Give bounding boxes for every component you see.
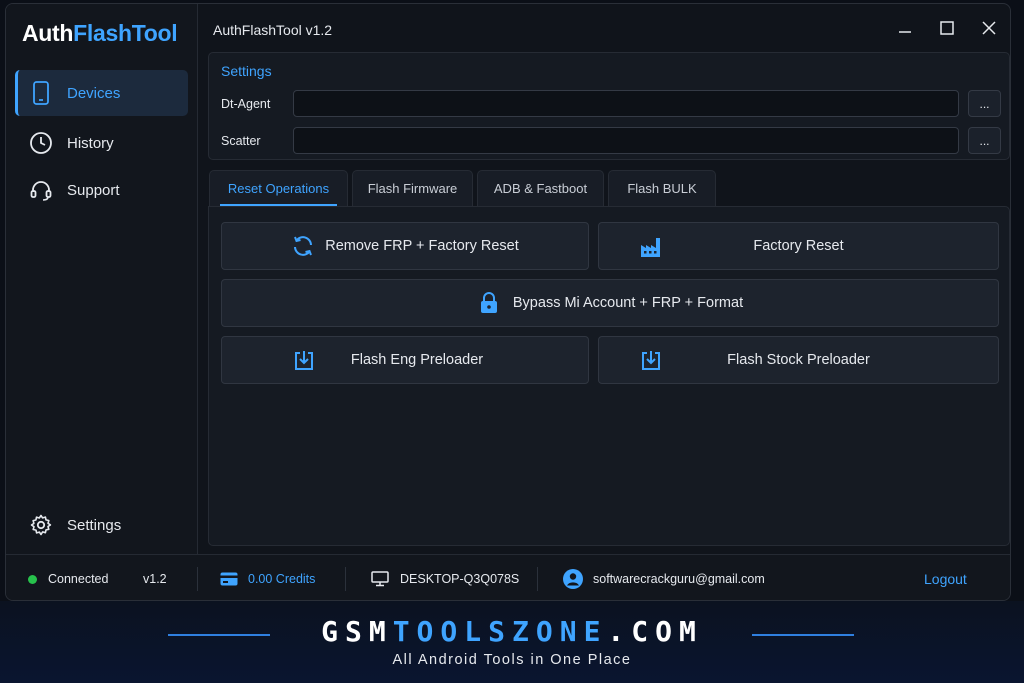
status-text: Connected bbox=[48, 572, 109, 586]
user-email: softwarecrackguru@gmail.com bbox=[593, 572, 765, 586]
settings-title: Settings bbox=[221, 63, 272, 79]
tab-reset-operations[interactable]: Reset Operations bbox=[209, 170, 348, 206]
download-icon bbox=[292, 349, 316, 373]
scatter-field[interactable] bbox=[293, 127, 959, 154]
user-avatar-icon bbox=[563, 569, 583, 589]
maximize-button[interactable] bbox=[933, 16, 961, 44]
settings-panel: Settings Dt-Agent ... Scatter ... bbox=[208, 52, 1010, 160]
app-window: AuthFlashTool Devices History Support Se… bbox=[5, 3, 1011, 601]
factory-reset-button[interactable]: Factory Reset bbox=[598, 222, 999, 270]
sidebar-item-label: Settings bbox=[67, 516, 122, 534]
button-label: Remove FRP + Factory Reset bbox=[325, 238, 519, 254]
clock-icon bbox=[29, 131, 53, 155]
connection-status: Connected bbox=[28, 555, 109, 600]
computer-name: DESKTOP-Q3Q078S bbox=[400, 572, 520, 586]
computer-info: DESKTOP-Q3Q078S bbox=[371, 555, 520, 600]
banner-tagline: All Android Tools in One Place bbox=[392, 652, 632, 668]
sidebar: AuthFlashTool Devices History Support Se… bbox=[6, 4, 198, 554]
watermark-banner: GSMTOOLSZONE.COM All Android Tools in On… bbox=[0, 601, 1024, 683]
title-bar: AuthFlashTool v1.2 bbox=[199, 4, 1010, 52]
logout-link[interactable]: Logout bbox=[924, 555, 967, 600]
sidebar-item-label: Support bbox=[67, 181, 120, 199]
lock-icon bbox=[477, 291, 501, 315]
monitor-icon bbox=[371, 571, 389, 587]
divider bbox=[197, 567, 198, 591]
banner-brand: GSMTOOLSZONE.COM bbox=[321, 615, 703, 648]
remove-frp-factory-reset-button[interactable]: Remove FRP + Factory Reset bbox=[221, 222, 589, 270]
factory-icon bbox=[639, 235, 663, 259]
app-logo: AuthFlashTool bbox=[22, 20, 178, 46]
credits-text: 0.00 Credits bbox=[248, 572, 316, 586]
tab-adb-fastboot[interactable]: ADB & Fastboot bbox=[477, 170, 604, 206]
button-label: Flash Eng Preloader bbox=[350, 352, 484, 368]
divider bbox=[345, 567, 346, 591]
sidebar-item-label: History bbox=[67, 134, 114, 152]
flash-stock-preloader-button[interactable]: Flash Stock Preloader bbox=[598, 336, 999, 384]
maximize-icon bbox=[939, 20, 955, 41]
close-button[interactable] bbox=[975, 16, 1003, 44]
minimize-icon bbox=[897, 20, 913, 41]
user-info: softwarecrackguru@gmail.com bbox=[563, 555, 765, 600]
scatter-browse-button[interactable]: ... bbox=[968, 127, 1001, 154]
dt-agent-label: Dt-Agent bbox=[221, 97, 271, 111]
refresh-icon bbox=[291, 234, 315, 258]
scatter-label: Scatter bbox=[221, 134, 261, 148]
sidebar-item-support[interactable]: Support bbox=[15, 167, 188, 213]
reset-operations-panel: Remove FRP + Factory Reset Factory Reset… bbox=[208, 206, 1010, 546]
button-label: Bypass Mi Account + FRP + Format bbox=[512, 295, 744, 311]
version-text: v1.2 bbox=[143, 572, 167, 586]
sidebar-item-label: Devices bbox=[67, 84, 121, 102]
headset-icon bbox=[29, 178, 53, 202]
bypass-mi-account-button[interactable]: Bypass Mi Account + FRP + Format bbox=[221, 279, 999, 327]
sidebar-item-history[interactable]: History bbox=[15, 120, 188, 166]
sidebar-item-devices[interactable]: Devices bbox=[15, 70, 188, 116]
connected-dot-icon bbox=[28, 574, 37, 584]
close-icon bbox=[981, 20, 997, 41]
dt-agent-browse-button[interactable]: ... bbox=[968, 90, 1001, 117]
dt-agent-field[interactable] bbox=[293, 90, 959, 117]
divider bbox=[537, 567, 538, 591]
gear-icon bbox=[29, 513, 53, 537]
flash-eng-preloader-button[interactable]: Flash Eng Preloader bbox=[221, 336, 589, 384]
tab-flash-firmware[interactable]: Flash Firmware bbox=[352, 170, 473, 206]
phone-icon bbox=[29, 81, 53, 105]
button-label: Factory Reset bbox=[753, 238, 844, 254]
sidebar-item-settings[interactable]: Settings bbox=[15, 502, 188, 548]
button-label: Flash Stock Preloader bbox=[727, 352, 870, 368]
download-icon bbox=[639, 349, 663, 373]
status-bar: Connected v1.2 0.00 Credits DESKTOP-Q3Q0… bbox=[6, 554, 1010, 600]
minimize-button[interactable] bbox=[891, 16, 919, 44]
credit-card-icon bbox=[220, 572, 238, 586]
tab-flash-bulk[interactable]: Flash BULK bbox=[608, 170, 716, 206]
window-title: AuthFlashTool v1.2 bbox=[213, 22, 333, 38]
credits-info: 0.00 Credits bbox=[220, 555, 316, 600]
